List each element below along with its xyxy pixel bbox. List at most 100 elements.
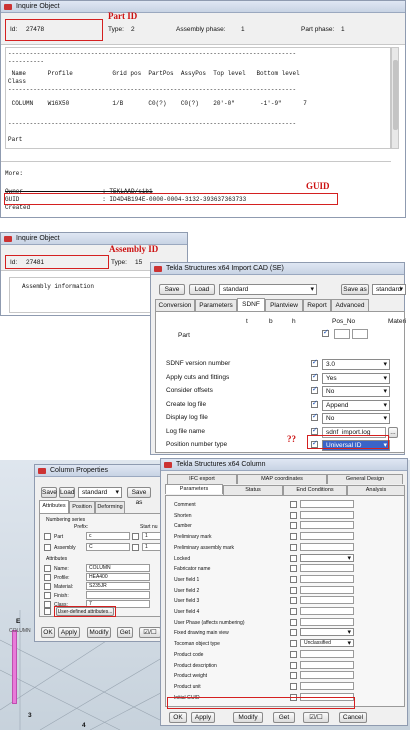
sdnf-row-checkbox[interactable]	[311, 399, 318, 408]
tab-map-coordinates[interactable]: MAP coordinates	[237, 474, 327, 484]
preset-select[interactable]: standard	[219, 284, 317, 295]
get-button[interactable]: Get	[117, 627, 133, 638]
uda-field-checkbox[interactable]	[290, 511, 297, 519]
more-text-area[interactable]: More: Owner : TEKLAAD/sib1 GUID : ID4D4B…	[1, 161, 391, 217]
title-bar[interactable]: Column Properties	[35, 465, 173, 477]
sdnf-row-select[interactable]: No	[322, 413, 390, 424]
uda-field-checkbox[interactable]	[290, 575, 297, 583]
uda-field-checkbox[interactable]	[290, 618, 297, 626]
uda-field-input[interactable]	[300, 671, 354, 680]
tab-attributes[interactable]: Attributes	[39, 500, 69, 513]
uda-field-input[interactable]	[300, 660, 354, 669]
uda-field-checkbox[interactable]	[290, 501, 297, 508]
sdnf-row-select[interactable]: No	[322, 386, 390, 397]
part-start-checkbox[interactable]	[132, 533, 139, 540]
title-bar[interactable]: Tekla Structures x64 Column	[161, 459, 407, 471]
uda-field-input[interactable]	[300, 510, 354, 519]
load-button[interactable]: Load	[59, 487, 75, 498]
vertical-scrollbar[interactable]	[391, 47, 399, 149]
save-as-button[interactable]: Save as	[341, 284, 369, 295]
load-button[interactable]: Load	[189, 284, 215, 295]
browse-button[interactable]: ...	[388, 426, 398, 438]
sdnf-row-select[interactable]: 3.0	[322, 359, 390, 370]
uda-checkbox[interactable]	[44, 608, 51, 615]
tab-conversion[interactable]: Conversion	[155, 299, 195, 311]
uda-field-input[interactable]	[300, 542, 354, 551]
tab-report[interactable]: Report	[303, 299, 331, 311]
uda-field-checkbox[interactable]	[290, 650, 297, 658]
part-prefix-input[interactable]: c	[86, 532, 130, 540]
tab-position[interactable]: Position	[69, 501, 95, 513]
uda-field-input[interactable]	[300, 649, 354, 658]
tab-advanced[interactable]: Advanced	[331, 299, 369, 311]
uda-field-input[interactable]	[300, 564, 354, 573]
material-input[interactable]: S235JR	[86, 582, 150, 590]
modify-button[interactable]: Modify	[233, 712, 263, 723]
uda-field-checkbox[interactable]	[290, 661, 297, 669]
uda-field-select[interactable]	[300, 628, 354, 637]
name-checkbox[interactable]	[44, 565, 51, 572]
title-bar[interactable]: Inquire Object	[1, 233, 187, 245]
sdnf-row-checkbox[interactable]	[311, 385, 318, 394]
uda-field-checkbox[interactable]	[290, 565, 297, 573]
uda-field-input[interactable]	[300, 617, 354, 626]
uda-field-checkbox[interactable]	[290, 608, 297, 615]
save-button[interactable]: Save	[41, 487, 57, 498]
save-as-field[interactable]: standard	[372, 284, 406, 295]
uda-field-input[interactable]	[300, 532, 354, 541]
apply-button[interactable]: Apply	[191, 712, 215, 723]
title-bar[interactable]: Inquire Object	[1, 1, 405, 13]
uda-field-checkbox[interactable]	[290, 586, 297, 594]
tab-deforming[interactable]: Deforming	[95, 501, 125, 513]
uda-field-checkbox[interactable]	[290, 554, 297, 562]
tab-sdnf[interactable]: SDNF	[237, 298, 265, 311]
tab-analysis[interactable]: Analysis	[347, 485, 405, 495]
assembly-start-checkbox[interactable]	[132, 544, 139, 551]
ok-button[interactable]: OK	[41, 627, 55, 638]
uda-field-checkbox[interactable]	[290, 543, 297, 551]
preset-select[interactable]: standard	[78, 487, 122, 498]
uda-field-input[interactable]	[300, 521, 354, 530]
sdnf-row-checkbox[interactable]	[311, 412, 318, 421]
uda-field-select[interactable]	[300, 553, 354, 562]
material-checkbox[interactable]	[44, 583, 51, 590]
tab-general-design[interactable]: General Design	[327, 474, 403, 484]
assembly-prefix-input[interactable]: C	[86, 543, 130, 551]
assembly-info-box[interactable]: Assembly information	[9, 277, 157, 313]
profile-checkbox[interactable]	[44, 574, 51, 581]
sdnf-row-checkbox[interactable]	[311, 372, 318, 381]
profile-input[interactable]: HEA400	[86, 573, 150, 581]
uda-field-select[interactable]: Unclassified	[300, 639, 354, 648]
report-text-area[interactable]: ----------------------------------------…	[5, 47, 391, 149]
posno-checkbox[interactable]	[322, 328, 329, 337]
sdnf-row-select[interactable]: Yes	[322, 372, 390, 384]
uda-field-input[interactable]	[300, 574, 354, 583]
uda-field-checkbox[interactable]	[290, 682, 297, 690]
scroll-thumb[interactable]	[393, 60, 398, 130]
tab-status[interactable]: Status	[223, 485, 283, 495]
uda-field-input[interactable]	[300, 500, 354, 508]
uda-field-checkbox[interactable]	[290, 629, 297, 637]
uda-field-checkbox[interactable]	[290, 672, 297, 680]
name-input[interactable]: COLUMN	[86, 564, 150, 572]
apply-button[interactable]: Apply	[58, 627, 80, 638]
uda-field-input[interactable]	[300, 681, 354, 690]
uda-field-input[interactable]	[300, 596, 354, 605]
toggle-all-button[interactable]: ☑/☐	[139, 627, 161, 638]
tab-parameters[interactable]: Parameters	[165, 484, 223, 494]
class-checkbox[interactable]	[44, 601, 51, 608]
tab-plantview[interactable]: Plantview	[265, 299, 303, 311]
posno-field-1[interactable]	[334, 329, 350, 339]
finish-input[interactable]	[86, 591, 150, 599]
uda-field-checkbox[interactable]	[290, 640, 297, 648]
get-button[interactable]: Get	[273, 712, 295, 723]
finish-checkbox[interactable]	[44, 592, 51, 599]
sdnf-row-checkbox[interactable]	[311, 426, 318, 435]
tab-parameters[interactable]: Parameters	[195, 299, 237, 311]
posno-field-2[interactable]	[352, 329, 368, 339]
uda-field-checkbox[interactable]	[290, 597, 297, 605]
cancel-button[interactable]: Cancel	[339, 712, 367, 723]
uda-field-input[interactable]	[300, 607, 354, 615]
ok-button[interactable]: OK	[169, 712, 187, 723]
column-member[interactable]	[12, 630, 17, 704]
